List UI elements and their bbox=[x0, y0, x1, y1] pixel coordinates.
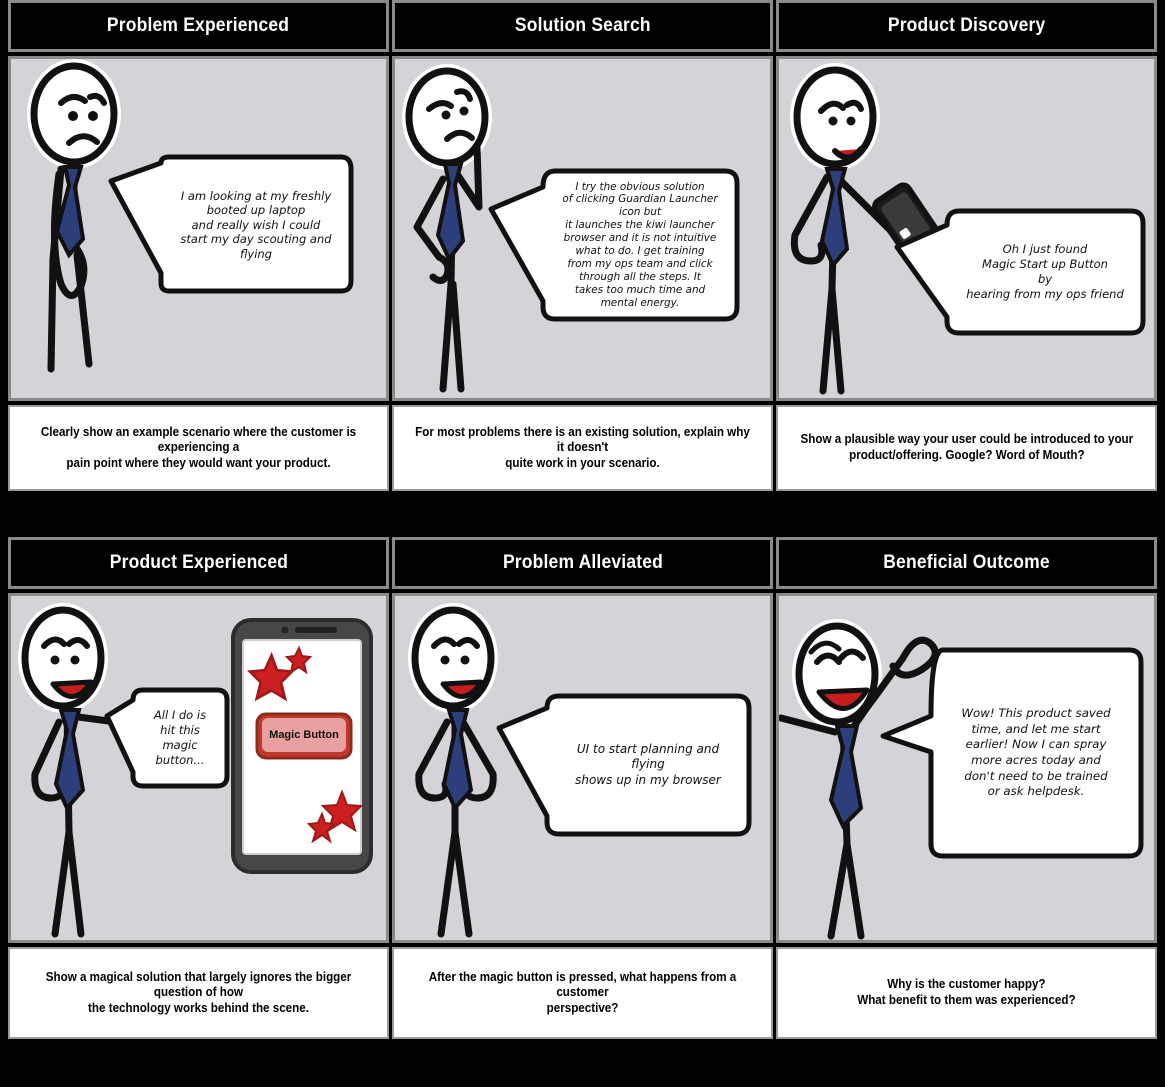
storyboard-row-top: Problem Experienced I am looking at my f… bbox=[0, 0, 1165, 525]
scene-happy-figure: UI to start planning and flying shows up… bbox=[408, 603, 752, 938]
panel-title: Problem Alleviated bbox=[502, 552, 663, 573]
panel-caption: After the magic button is pressed, what … bbox=[392, 947, 773, 1039]
caption-text: After the magic button is pressed, what … bbox=[428, 969, 737, 1015]
panel-title: Beneficial Outcome bbox=[883, 552, 1050, 573]
panel-artwork[interactable]: UI to start planning and flying shows up… bbox=[392, 593, 773, 943]
panel-title: Product Experienced bbox=[109, 552, 288, 573]
panel-artwork[interactable]: Wow! This product saved time, and let me… bbox=[776, 593, 1157, 943]
panel-header: Product Discovery bbox=[776, 0, 1157, 52]
panel-beneficial-outcome[interactable]: Beneficial Outcome Wow! This product sav… bbox=[776, 537, 1157, 1087]
storyboard-row-bottom: Product Experienced All I do is hit this… bbox=[0, 537, 1165, 1087]
panel-product-discovery[interactable]: Product Discovery Oh I just found Magic … bbox=[776, 0, 1157, 525]
panel-artwork[interactable]: I am looking at my freshly booted up lap… bbox=[8, 56, 389, 401]
panel-header: Beneficial Outcome bbox=[776, 537, 1157, 589]
caption-text: Clearly show an example scenario where t… bbox=[40, 424, 357, 470]
panel-title: Product Discovery bbox=[887, 15, 1046, 36]
panel-header: Product Experienced bbox=[8, 537, 389, 589]
caption-text: Why is the customer happy? What benefit … bbox=[857, 977, 1076, 1007]
magic-button-label: Magic Button bbox=[269, 729, 339, 741]
bubble-text: All I do is hit this magic button... bbox=[153, 708, 207, 767]
panel-header: Problem Experienced bbox=[8, 0, 389, 52]
bubble-text: Wow! This product saved time, and let me… bbox=[961, 706, 1111, 799]
scene-sad-figure: I am looking at my freshly booted up lap… bbox=[27, 59, 354, 373]
panel-problem-alleviated[interactable]: Problem Alleviated UI to start planning … bbox=[392, 537, 773, 1087]
panel-header: Solution Search bbox=[392, 0, 773, 52]
panel-solution-search[interactable]: Solution Search I try the obvious soluti… bbox=[392, 0, 773, 525]
caption-text: Show a plausible way your user could be … bbox=[800, 432, 1133, 462]
panel-problem-experienced[interactable]: Problem Experienced I am looking at my f… bbox=[8, 0, 389, 525]
panel-title: Solution Search bbox=[514, 15, 651, 36]
scene-cheering-figure: Wow! This product saved time, and let me… bbox=[779, 619, 1144, 940]
panel-caption: Clearly show an example scenario where t… bbox=[8, 405, 389, 491]
panel-artwork[interactable]: All I do is hit this magic button... Mag… bbox=[8, 593, 389, 943]
bubble-text: I am looking at my freshly booted up lap… bbox=[180, 188, 332, 261]
panel-caption: For most problems there is an existing s… bbox=[392, 405, 773, 491]
panel-caption: Show a magical solution that largely ign… bbox=[8, 947, 389, 1039]
scene-figure-with-phone: Oh I just found Magic Start up Button by… bbox=[790, 63, 1146, 395]
panel-header: Problem Alleviated bbox=[392, 537, 773, 589]
bubble-text: I try the obvious solution of clicking G… bbox=[562, 180, 718, 309]
storyboard: Problem Experienced I am looking at my f… bbox=[0, 0, 1165, 1087]
panel-caption: Why is the customer happy? What benefit … bbox=[776, 947, 1157, 1039]
scene-thinking-figure: I try the obvious solution of clicking G… bbox=[402, 64, 740, 393]
panel-caption: Show a plausible way your user could be … bbox=[776, 405, 1157, 491]
bubble-text: Oh I just found Magic Start up Button by… bbox=[966, 242, 1124, 301]
bubble-text: UI to start planning and flying shows up… bbox=[575, 741, 721, 787]
scene-presenting-phone: All I do is hit this magic button... Mag… bbox=[18, 603, 373, 938]
caption-text: For most problems there is an existing s… bbox=[415, 424, 750, 470]
panel-product-experienced[interactable]: Product Experienced All I do is hit this… bbox=[8, 537, 389, 1087]
caption-text: Show a magical solution that largely ign… bbox=[45, 969, 352, 1015]
panel-artwork[interactable]: I try the obvious solution of clicking G… bbox=[392, 56, 773, 401]
panel-artwork[interactable]: Oh I just found Magic Start up Button by… bbox=[776, 56, 1157, 401]
panel-title: Problem Experienced bbox=[107, 15, 290, 36]
necktie bbox=[828, 724, 864, 830]
